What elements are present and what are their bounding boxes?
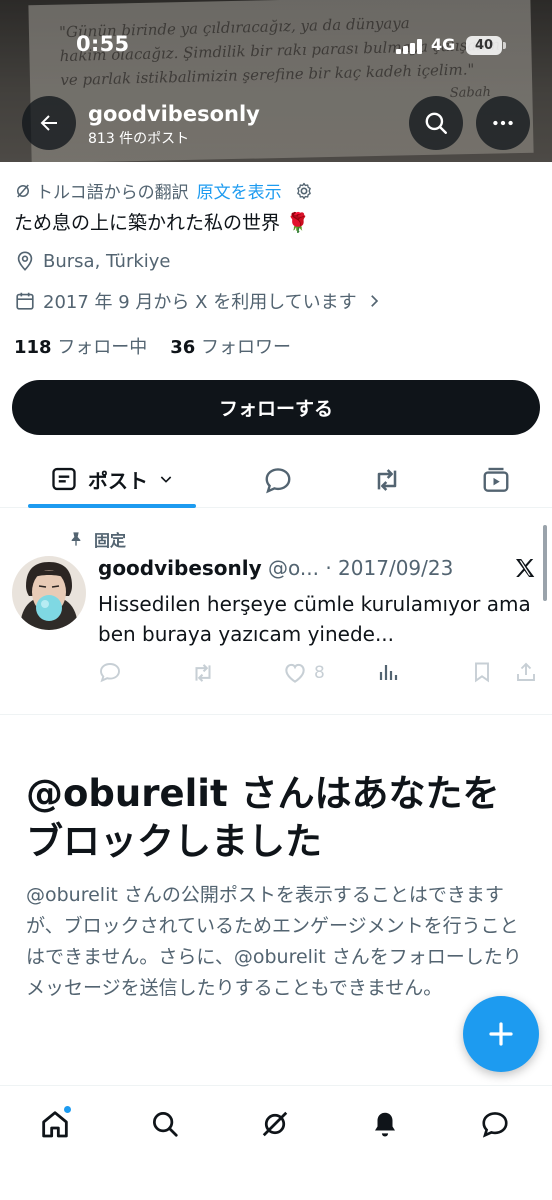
reply-icon [100, 663, 120, 683]
posts-icon [52, 467, 76, 491]
search-icon [425, 112, 447, 134]
more-button[interactable] [476, 96, 530, 150]
pinned-indicator: 固定 [68, 527, 126, 551]
arrow-left-icon [40, 115, 57, 131]
post-text[interactable]: Hissedilen herşeye cümle kurulamıyor ama… [98, 589, 538, 649]
compose-button[interactable] [463, 996, 539, 1072]
post-display-name[interactable]: goodvibesonly [98, 556, 262, 580]
banner-shade [0, 0, 552, 162]
back-button[interactable] [22, 96, 76, 150]
views-button[interactable] [376, 660, 406, 684]
battery-icon: 40 [466, 36, 506, 55]
network-type: 4G [431, 35, 456, 54]
avatar-image [12, 556, 86, 630]
heart-icon [285, 663, 305, 683]
followers-label: フォロワー [201, 337, 291, 358]
pinned-label: 固定 [94, 531, 127, 550]
profile-banner[interactable]: "Günün birinde ya çıldıracağız, ya da dü… [0, 0, 552, 162]
signal-icon [396, 38, 426, 54]
search-icon [153, 1112, 178, 1137]
nav-messages[interactable] [473, 1102, 517, 1146]
header-post-count: 813 件のポスト [88, 131, 190, 147]
active-tab-indicator [28, 504, 196, 508]
following-count: 118 [14, 337, 52, 358]
tab-posts[interactable]: ポスト [28, 450, 196, 508]
status-time: 0:55 [76, 32, 130, 56]
post-actions: 8 [98, 660, 538, 690]
battery-level: 40 [474, 38, 494, 53]
nav-home[interactable] [33, 1102, 77, 1146]
divider [0, 714, 552, 715]
status-bar: 0:55 4G 40 [0, 28, 552, 64]
pin-icon [71, 532, 81, 546]
calendar-icon [16, 292, 34, 310]
analytics-icon [379, 665, 398, 680]
location-text: Bursa, Türkiye [43, 250, 171, 272]
following-label: フォロー中 [57, 337, 148, 358]
nav-notifications[interactable] [363, 1102, 407, 1146]
plus-icon [489, 1022, 513, 1046]
reply-icon [265, 468, 291, 494]
profile-location: Bursa, Türkiye [14, 250, 171, 272]
post-handle-date: @o... · 2017/09/23 [261, 556, 454, 580]
tab-media[interactable] [478, 462, 514, 498]
gear-icon [296, 182, 311, 199]
translation-row: トルコ語からの翻訳 原文を表示 [14, 178, 314, 203]
more-icon [493, 120, 513, 126]
chevron-right-icon [370, 295, 378, 307]
blocked-title: @oburelit さんはあなたをブロックしました [26, 772, 500, 863]
joined-text: 2017 年 9 月から X を利用しています [43, 292, 357, 313]
blocked-description: @oburelit さんの公開ポストを表示することはできますが、ブロックされてい… [26, 884, 522, 999]
repost-button[interactable] [190, 660, 222, 686]
share-icon [517, 662, 535, 681]
followers-count: 36 [170, 337, 196, 358]
tab-reposts[interactable] [369, 462, 405, 498]
profile-bio: ため息の上に築かれた私の世界 🌹 [14, 212, 310, 234]
follow-button[interactable]: フォローする [12, 380, 540, 435]
repost-icon [377, 469, 397, 491]
tab-replies[interactable] [260, 462, 296, 498]
profile-joined[interactable]: 2017 年 9 月から X を利用しています [14, 288, 383, 314]
notification-dot [63, 1105, 72, 1114]
tab-posts-label: ポスト [88, 468, 148, 493]
post-header: goodvibesonly @o... · 2017/09/23 [98, 556, 453, 580]
translate-icon [17, 184, 29, 197]
chevron-down-icon [160, 476, 172, 483]
x-logo-icon [513, 556, 537, 584]
avatar[interactable] [12, 556, 86, 630]
show-original-link[interactable]: 原文を表示 [197, 178, 282, 203]
video-icon [483, 467, 509, 492]
translated-from-label: トルコ語からの翻訳 [36, 183, 189, 203]
share-button[interactable] [514, 660, 544, 684]
reply-button[interactable] [98, 660, 128, 684]
header-username: goodvibesonly [88, 102, 260, 126]
following-stat[interactable]: 118 フォロー中 [14, 337, 147, 358]
translation-settings-button[interactable] [294, 181, 314, 201]
followers-stat[interactable]: 36 フォロワー [170, 337, 291, 358]
messages-icon [482, 1112, 508, 1138]
location-pin-icon [17, 251, 33, 271]
bottom-navigation [0, 1085, 552, 1200]
bell-icon [375, 1112, 395, 1137]
like-count: 8 [314, 663, 325, 683]
like-button[interactable]: 8 [282, 660, 325, 686]
bookmark-button[interactable] [470, 660, 500, 684]
bookmark-icon [475, 662, 489, 683]
scrollbar[interactable] [543, 525, 547, 601]
profile-tabs: ポスト [0, 450, 552, 508]
follow-stats: 118 フォロー中 36 フォロワー [14, 333, 291, 359]
nav-grok[interactable] [253, 1102, 297, 1146]
search-button[interactable] [409, 96, 463, 150]
repost-icon [195, 664, 211, 682]
nav-search[interactable] [143, 1102, 187, 1146]
grok-icon [262, 1111, 288, 1137]
